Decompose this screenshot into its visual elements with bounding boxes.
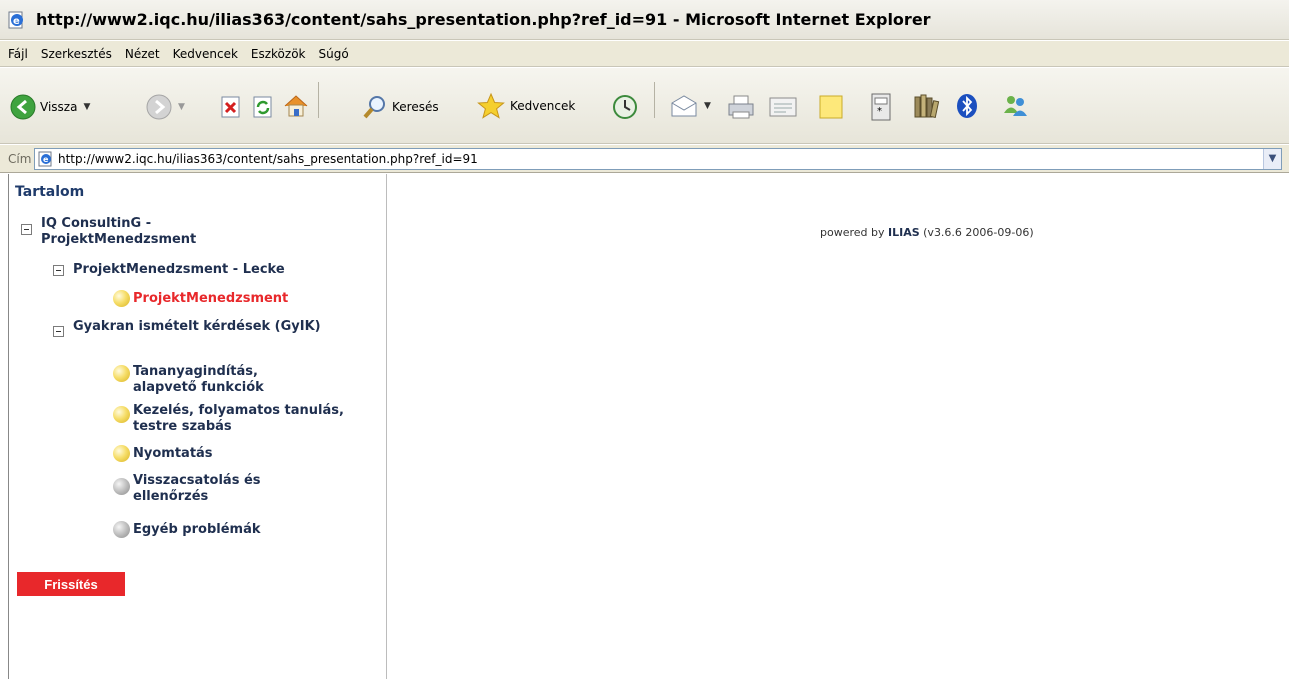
svg-text:*: * [877, 106, 882, 117]
history-icon [613, 95, 637, 119]
address-url: http://www2.iqc.hu/ilias363/content/sahs… [58, 152, 478, 166]
calculator-icon: * [871, 93, 891, 121]
forward-button[interactable]: ▼ [146, 94, 185, 120]
collapse-faq-icon[interactable] [53, 326, 64, 337]
mail-icon [671, 95, 697, 117]
books-button[interactable] [912, 92, 940, 120]
refresh-page-button[interactable] [252, 96, 274, 118]
back-button[interactable]: Vissza ▼ [10, 94, 90, 120]
favorites-label: Kedvencek [510, 99, 576, 113]
toc-faq[interactable]: Gyakran ismételt kérdések (GyIK) [73, 319, 323, 335]
toc-lesson[interactable]: ProjektMenedzsment - Lecke [73, 262, 285, 278]
back-label: Vissza [40, 100, 78, 114]
forward-dropdown-icon[interactable]: ▼ [178, 102, 185, 112]
address-input[interactable]: e http://www2.iqc.hu/ilias363/content/sa… [34, 148, 1282, 170]
menu-edit[interactable]: Szerkesztés [41, 47, 112, 61]
address-bar: Cím e http://www2.iqc.hu/ilias363/conten… [0, 145, 1289, 173]
note-button[interactable] [818, 94, 844, 120]
toc-faq-item[interactable]: Kezelés, folyamatos tanulás, testre szab… [133, 403, 353, 435]
bluetooth-icon [957, 94, 977, 118]
ie-page-icon: e [8, 11, 26, 29]
menu-help[interactable]: Súgó [319, 47, 349, 61]
ie-page-icon: e [38, 151, 52, 167]
toc-frame: Tartalom IQ ConsultinG - ProjektMenedzsm… [8, 174, 387, 679]
back-arrow-icon [10, 94, 36, 120]
menu-view[interactable]: Nézet [125, 47, 160, 61]
mail-dropdown-icon[interactable]: ▼ [704, 101, 711, 111]
powered-version: (v3.6.6 2006-09-06) [919, 226, 1034, 239]
collapse-root-icon[interactable] [21, 224, 32, 235]
home-button[interactable] [282, 93, 310, 119]
search-icon [363, 96, 385, 119]
svg-text:e: e [13, 16, 20, 27]
printer-icon [728, 95, 754, 119]
menu-bar: Fájl Szerkesztés Nézet Kedvencek Eszközö… [0, 41, 1289, 67]
back-dropdown-icon[interactable]: ▼ [83, 102, 90, 112]
ilias-brand[interactable]: ILIAS [888, 226, 920, 239]
books-icon [914, 94, 940, 119]
window-titlebar: e http://www2.iqc.hu/ilias363/content/sa… [0, 0, 1289, 40]
status-not-attempted-icon [113, 478, 130, 495]
edit-button[interactable] [768, 95, 798, 119]
toc-root[interactable]: IQ ConsultinG - ProjektMenedzsment [41, 216, 261, 248]
messenger-icon [1004, 96, 1027, 116]
page-content: Tartalom IQ ConsultinG - ProjektMenedzsm… [0, 174, 1289, 679]
star-icon [477, 92, 505, 119]
edit-document-icon [769, 97, 797, 117]
toc-title: Tartalom [15, 184, 85, 200]
stop-button[interactable] [220, 96, 242, 118]
status-completed-icon [113, 445, 130, 462]
window-title: http://www2.iqc.hu/ilias363/content/sahs… [36, 10, 931, 29]
status-completed-icon [113, 365, 130, 382]
collapse-lesson-icon[interactable] [53, 265, 64, 276]
status-not-attempted-icon [113, 521, 130, 538]
research-button[interactable]: * [870, 93, 892, 121]
refresh-icon [253, 96, 272, 118]
toc-faq-item[interactable]: Nyomtatás [133, 446, 213, 462]
mail-button[interactable]: ▼ [670, 94, 711, 118]
forward-arrow-icon [146, 94, 172, 120]
address-label: Cím [8, 151, 32, 166]
refresh-toc-button[interactable]: Frissítés [17, 572, 125, 596]
toc-lesson-item[interactable]: ProjektMenedzsment [133, 291, 288, 307]
menu-tools[interactable]: Eszközök [251, 47, 306, 61]
home-icon [284, 95, 308, 117]
address-dropdown-icon[interactable]: ▼ [1263, 149, 1281, 169]
menu-favorites[interactable]: Kedvencek [173, 47, 238, 61]
toc-faq-item[interactable]: Visszacsatolás és ellenőrzés [133, 473, 323, 505]
search-label: Keresés [392, 100, 439, 114]
print-button[interactable] [726, 94, 756, 120]
status-completed-icon [113, 290, 130, 307]
powered-by-text: powered by ILIAS (v3.6.6 2006-09-06) [820, 226, 1034, 239]
status-completed-icon [113, 406, 130, 423]
powered-prefix: powered by [820, 226, 888, 239]
messenger-button[interactable] [1000, 93, 1030, 119]
stop-icon [221, 96, 240, 118]
toc-faq-item[interactable]: Egyéb problémák [133, 522, 261, 538]
sticky-note-icon [819, 95, 843, 119]
toc-faq-item[interactable]: Tananyagindítás, alapvető funkciók [133, 364, 323, 396]
bluetooth-button[interactable] [956, 93, 978, 119]
svg-text:e: e [43, 155, 49, 164]
history-button[interactable] [612, 94, 638, 120]
menu-file[interactable]: Fájl [8, 47, 28, 61]
search-button[interactable]: Keresés [362, 94, 439, 120]
favorites-button[interactable]: Kedvencek [476, 92, 575, 120]
toolbar: Vissza ▼ ▼ Keresés Kedvencek ▼ * [0, 68, 1289, 144]
